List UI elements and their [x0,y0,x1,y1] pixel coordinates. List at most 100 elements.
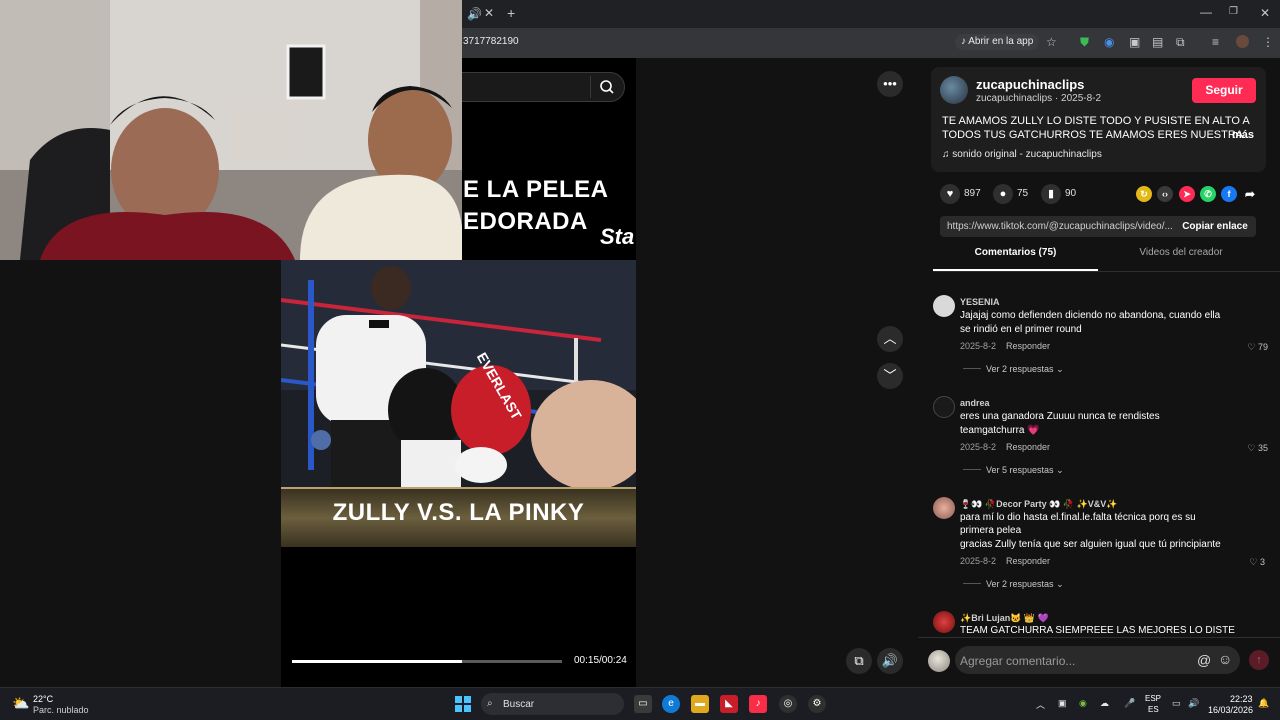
comment-like[interactable]: ♡ 35 [1228,443,1268,454]
send-to-friend-icon[interactable]: ➤ [1179,186,1195,202]
clock-date[interactable]: 16/03/2026 [1208,705,1253,715]
url-text[interactable]: 3717782190 [463,36,519,47]
edge-icon[interactable]: e [662,695,680,713]
comment-username[interactable]: ✨Bri Lujan🐱 👑 💜 [960,613,1049,624]
creator-subtitle: zucapuchinaclips · 2025-8-2 [976,93,1102,104]
task-view-icon[interactable]: ▭ [634,695,652,713]
video-progress-bar[interactable] [292,660,562,663]
comment-reply-link[interactable]: Responder [1006,341,1050,351]
tray-mic-icon[interactable]: 🎤 [1124,698,1135,709]
window-close-icon[interactable]: ✕ [1260,7,1270,19]
language-code[interactable]: ESP [1145,694,1161,703]
video-progress-fill [292,660,463,663]
comment-avatar[interactable] [933,396,955,418]
embed-icon[interactable]: ‹› [1157,186,1173,202]
comment-like[interactable]: ♡ 3 [1225,557,1265,568]
tab-audio-icon[interactable]: 🔊 [467,8,482,20]
tab-creator-videos[interactable]: Videos del creador [1098,247,1264,271]
notifications-icon[interactable]: 🔔 [1258,698,1269,709]
copy-link-button[interactable]: Copiar enlace [1174,216,1256,237]
description-line-1: TE AMAMOS ZULLY LO DISTE TODO Y PUSISTE … [942,115,1250,127]
save-button[interactable]: ▮ [1041,184,1061,204]
previous-video-button[interactable]: ︿ [877,326,903,352]
weather-description[interactable]: Parc. nublado [33,705,89,715]
comment-like-count: 3 [1259,557,1265,567]
clock-time[interactable]: 22:23 [1230,694,1253,704]
file-explorer-icon[interactable]: ▬ [691,695,709,713]
heart-outline-icon: ♡ [1247,443,1256,453]
tray-app-icon[interactable]: ▣ [1058,698,1067,709]
next-video-button[interactable]: ﹀ [877,363,903,389]
view-replies-label: Ver 2 respuestas [986,579,1054,589]
description-more-link[interactable]: más [1232,129,1254,141]
restore-icon[interactable]: ❐ [1229,7,1238,17]
view-replies-link[interactable]: Ver 2 respuestas ⌄ [986,579,1064,590]
browser-menu-icon[interactable]: ⋮ [1262,36,1274,48]
more-options-button[interactable]: ••• [877,71,903,97]
view-replies-link[interactable]: Ver 5 respuestas ⌄ [986,465,1064,476]
whatsapp-icon[interactable]: ✆ [1200,186,1216,202]
video-extension-icon[interactable]: ▤ [1152,36,1163,48]
tray-nvidia-icon[interactable]: ◉ [1079,698,1087,709]
share-arrow-icon[interactable]: ➦ [1242,186,1258,202]
steam-icon[interactable]: ⚙ [808,695,826,713]
video-title-line-1: E LA PELEA [463,176,609,203]
save-count: 90 [1065,188,1077,199]
comment-button[interactable]: ● [993,184,1013,204]
media-control-icon[interactable]: ≡ [1212,36,1219,48]
comment-username[interactable]: andrea [960,398,990,408]
creator-avatar[interactable] [940,76,968,104]
comment-like[interactable]: ♡ 79 [1228,342,1268,353]
amd-icon[interactable]: ◣ [720,695,738,713]
extensions-puzzle-icon[interactable]: ⧉ [1176,36,1185,48]
bookmark-star-icon[interactable]: ☆ [1046,36,1057,48]
view-replies-link[interactable]: Ver 2 respuestas ⌄ [986,364,1064,375]
profile-avatar[interactable] [1236,35,1249,48]
comment-avatar[interactable] [933,295,955,317]
weather-temperature[interactable]: 22°C [33,694,53,704]
video-link-url[interactable]: https://www.tiktok.com/@zucapuchinaclips… [947,221,1172,232]
search-icon: ⌕ [487,698,493,709]
sound-link[interactable]: ♫ sonido original - zucapuchinaclips [942,149,1102,160]
weather-icon[interactable]: ⛅ [12,695,29,712]
minimize-icon[interactable]: — [1200,6,1212,18]
windows-logo-icon [455,696,471,712]
repost-icon[interactable]: ↻ [1136,186,1152,202]
audio-extension-icon[interactable]: ◉ [1104,36,1114,48]
comment-username[interactable]: 🍷👀 🥀Decor Party 👀 🥀 ✨V&V✨ [960,499,1117,510]
comment-reply-link[interactable]: Responder [1006,556,1050,566]
emoji-icon[interactable]: ☺ [1218,651,1232,667]
tab-close-icon[interactable]: ✕ [484,7,494,19]
tab-comments[interactable]: Comentarios (75) [933,247,1098,271]
like-button[interactable]: ♥ [940,184,960,204]
mention-icon[interactable]: @ [1197,652,1211,668]
shield-extension-icon[interactable]: ⛊ [1080,36,1089,48]
chrome-icon[interactable]: ◎ [779,695,797,713]
current-user-avatar[interactable] [928,650,950,672]
facebook-icon[interactable]: f [1221,186,1237,202]
mini-player-button[interactable]: ⧉ [846,648,872,674]
follow-button[interactable]: Seguir [1192,78,1256,103]
search-button[interactable] [590,76,620,98]
comment-avatar[interactable] [933,497,955,519]
volume-button[interactable]: 🔊 [877,648,903,674]
send-comment-button[interactable]: ↑ [1249,650,1269,670]
new-tab-icon[interactable]: + [507,6,515,20]
tray-overflow-icon[interactable]: ︿ [1036,698,1045,711]
replies-divider [963,583,981,584]
keyboard-layout[interactable]: ES [1148,705,1159,714]
music-app-icon[interactable]: ♪ [749,695,767,713]
creator-name[interactable]: zucapuchinaclips [976,77,1084,92]
start-button[interactable] [455,696,471,712]
comment-username[interactable]: YESENIA [960,297,1000,307]
reader-extension-icon[interactable]: ▣ [1129,36,1140,48]
tray-cloud-icon[interactable]: ☁ [1100,698,1109,709]
comment-like-count: 79 [1257,342,1268,352]
comment-avatar[interactable] [933,611,955,633]
comment-reply-link[interactable]: Responder [1006,442,1050,452]
open-in-app-button[interactable]: ♪ Abrir en la app [955,34,1040,50]
comment-bubble-icon: ● [999,188,1007,200]
network-icon[interactable]: ▭ [1172,698,1181,709]
volume-tray-icon[interactable]: 🔊 [1188,698,1199,709]
fight-scene-image: EVERLAST [281,260,636,490]
